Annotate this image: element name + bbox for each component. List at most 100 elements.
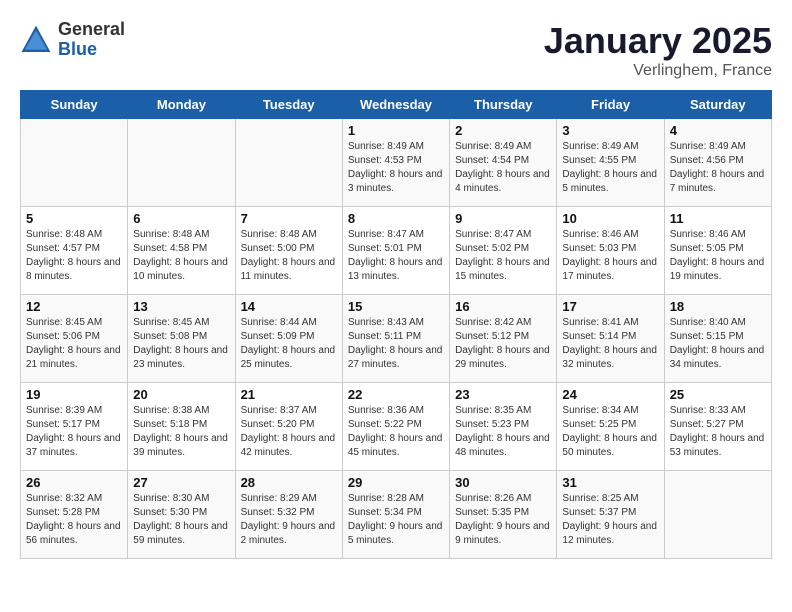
day-number: 11	[670, 211, 766, 226]
calendar-cell: 28 Sunrise: 8:29 AMSunset: 5:32 PMDayligh…	[235, 471, 342, 559]
day-header-friday: Friday	[557, 91, 664, 119]
calendar-cell: 13Sunrise: 8:45 AMSunset: 5:08 PMDayligh…	[128, 295, 235, 383]
calendar-cell: 18 Sunrise: 8:40 AMSunset: 5:15 PMDayligh…	[664, 295, 771, 383]
calendar-cell: 11 Sunrise: 8:46 AMSunset: 5:05 PMDayligh…	[664, 207, 771, 295]
calendar-cell: 7 Sunrise: 8:48 AMSunset: 5:00 PMDaylight…	[235, 207, 342, 295]
day-info: Sunrise: 8:28 AMSunset: 5:34 PMDaylight:…	[348, 492, 444, 548]
day-number: 21	[241, 387, 337, 402]
calendar-header: SundayMondayTuesdayWednesdayThursdayFrid…	[21, 91, 772, 119]
day-number: 20	[133, 387, 229, 402]
day-info: Sunrise: 8:42 AMSunset: 5:12 PMDaylight:…	[455, 316, 551, 372]
day-header-saturday: Saturday	[664, 91, 771, 119]
day-info: Sunrise: 8:29 AMSunset: 5:32 PMDaylight:…	[241, 492, 337, 548]
day-header-wednesday: Wednesday	[342, 91, 449, 119]
day-header-monday: Monday	[128, 91, 235, 119]
day-info: Sunrise: 8:47 AMSunset: 5:02 PMDaylight:…	[455, 228, 551, 284]
day-header-sunday: Sunday	[21, 91, 128, 119]
day-number: 8	[348, 211, 444, 226]
calendar-cell	[235, 119, 342, 207]
day-number: 9	[455, 211, 551, 226]
page-header: General Blue January 2025 Verlinghem, Fr…	[20, 20, 772, 80]
day-number: 25	[670, 387, 766, 402]
day-number: 22	[348, 387, 444, 402]
calendar-cell: 9 Sunrise: 8:47 AMSunset: 5:02 PMDaylight…	[450, 207, 557, 295]
calendar-cell	[664, 471, 771, 559]
day-number: 15	[348, 299, 444, 314]
calendar-cell: 1Sunrise: 8:49 AMSunset: 4:53 PMDaylight…	[342, 119, 449, 207]
day-info: Sunrise: 8:44 AMSunset: 5:09 PMDaylight:…	[241, 316, 337, 372]
day-number: 4	[670, 123, 766, 138]
day-info: Sunrise: 8:43 AMSunset: 5:11 PMDaylight:…	[348, 316, 444, 372]
day-info: Sunrise: 8:46 AMSunset: 5:05 PMDaylight:…	[670, 228, 766, 284]
calendar-cell: 21 Sunrise: 8:37 AMSunset: 5:20 PMDayligh…	[235, 383, 342, 471]
day-number: 28	[241, 475, 337, 490]
day-info: Sunrise: 8:45 AMSunset: 5:08 PMDaylight:…	[133, 316, 229, 372]
day-number: 29	[348, 475, 444, 490]
day-number: 30	[455, 475, 551, 490]
calendar-cell: 6 Sunrise: 8:48 AMSunset: 4:58 PMDaylight…	[128, 207, 235, 295]
calendar-cell: 27 Sunrise: 8:30 AMSunset: 5:30 PMDayligh…	[128, 471, 235, 559]
day-info: Sunrise: 8:40 AMSunset: 5:15 PMDaylight:…	[670, 316, 766, 372]
calendar-cell: 8 Sunrise: 8:47 AMSunset: 5:01 PMDaylight…	[342, 207, 449, 295]
logo-general-text: General	[58, 20, 125, 40]
calendar-table: SundayMondayTuesdayWednesdayThursdayFrid…	[20, 90, 772, 559]
day-info: Sunrise: 8:47 AMSunset: 5:01 PMDaylight:…	[348, 228, 444, 284]
day-number: 2	[455, 123, 551, 138]
day-number: 7	[241, 211, 337, 226]
day-info: Sunrise: 8:41 AMSunset: 5:14 PMDaylight:…	[562, 316, 658, 372]
calendar-cell: 30Sunrise: 8:26 AMSunset: 5:35 PMDayligh…	[450, 471, 557, 559]
day-header-thursday: Thursday	[450, 91, 557, 119]
day-number: 26	[26, 475, 122, 490]
day-number: 5	[26, 211, 122, 226]
day-info: Sunrise: 8:49 AMSunset: 4:55 PMDaylight:…	[562, 140, 658, 196]
day-number: 6	[133, 211, 229, 226]
calendar-cell: 15 Sunrise: 8:43 AMSunset: 5:11 PMDayligh…	[342, 295, 449, 383]
calendar-cell: 16 Sunrise: 8:42 AMSunset: 5:12 PMDayligh…	[450, 295, 557, 383]
day-info: Sunrise: 8:48 AMSunset: 5:00 PMDaylight:…	[241, 228, 337, 284]
day-number: 18	[670, 299, 766, 314]
day-info: Sunrise: 8:35 AMSunset: 5:23 PMDaylight:…	[455, 404, 551, 460]
day-number: 3	[562, 123, 658, 138]
day-number: 17	[562, 299, 658, 314]
title-block: January 2025 Verlinghem, France	[544, 20, 772, 80]
calendar-cell: 24Sunrise: 8:34 AMSunset: 5:25 PMDayligh…	[557, 383, 664, 471]
calendar-cell: 31 Sunrise: 8:25 AMSunset: 5:37 PMDayligh…	[557, 471, 664, 559]
day-number: 31	[562, 475, 658, 490]
day-number: 23	[455, 387, 551, 402]
calendar-cell: 3 Sunrise: 8:49 AMSunset: 4:55 PMDaylight…	[557, 119, 664, 207]
calendar-cell: 25 Sunrise: 8:33 AMSunset: 5:27 PMDayligh…	[664, 383, 771, 471]
calendar-week-1: 1Sunrise: 8:49 AMSunset: 4:53 PMDaylight…	[21, 119, 772, 207]
day-info: Sunrise: 8:34 AMSunset: 5:25 PMDaylight:…	[562, 404, 658, 460]
calendar-week-4: 19Sunrise: 8:39 AMSunset: 5:17 PMDayligh…	[21, 383, 772, 471]
calendar-cell: 22 Sunrise: 8:36 AMSunset: 5:22 PMDayligh…	[342, 383, 449, 471]
logo-icon	[20, 24, 52, 56]
calendar-week-3: 12 Sunrise: 8:45 AMSunset: 5:06 PMDayligh…	[21, 295, 772, 383]
day-info: Sunrise: 8:33 AMSunset: 5:27 PMDaylight:…	[670, 404, 766, 460]
day-info: Sunrise: 8:38 AMSunset: 5:18 PMDaylight:…	[133, 404, 229, 460]
day-number: 1	[348, 123, 444, 138]
calendar-cell: 14 Sunrise: 8:44 AMSunset: 5:09 PMDayligh…	[235, 295, 342, 383]
day-info: Sunrise: 8:49 AMSunset: 4:56 PMDaylight:…	[670, 140, 766, 196]
day-info: Sunrise: 8:25 AMSunset: 5:37 PMDaylight:…	[562, 492, 658, 548]
day-info: Sunrise: 8:37 AMSunset: 5:20 PMDaylight:…	[241, 404, 337, 460]
day-number: 27	[133, 475, 229, 490]
calendar-cell: 26Sunrise: 8:32 AMSunset: 5:28 PMDayligh…	[21, 471, 128, 559]
day-number: 12	[26, 299, 122, 314]
logo: General Blue	[20, 20, 125, 60]
calendar-week-5: 26Sunrise: 8:32 AMSunset: 5:28 PMDayligh…	[21, 471, 772, 559]
day-header-tuesday: Tuesday	[235, 91, 342, 119]
calendar-cell: 10Sunrise: 8:46 AMSunset: 5:03 PMDayligh…	[557, 207, 664, 295]
calendar-cell: 29 Sunrise: 8:28 AMSunset: 5:34 PMDayligh…	[342, 471, 449, 559]
day-number: 16	[455, 299, 551, 314]
logo-blue-text: Blue	[58, 40, 125, 60]
day-number: 14	[241, 299, 337, 314]
day-info: Sunrise: 8:30 AMSunset: 5:30 PMDaylight:…	[133, 492, 229, 548]
calendar-body: 1Sunrise: 8:49 AMSunset: 4:53 PMDaylight…	[21, 119, 772, 559]
day-info: Sunrise: 8:36 AMSunset: 5:22 PMDaylight:…	[348, 404, 444, 460]
day-info: Sunrise: 8:48 AMSunset: 4:58 PMDaylight:…	[133, 228, 229, 284]
day-info: Sunrise: 8:49 AMSunset: 4:54 PMDaylight:…	[455, 140, 551, 196]
calendar-cell	[128, 119, 235, 207]
day-info: Sunrise: 8:45 AMSunset: 5:06 PMDaylight:…	[26, 316, 122, 372]
calendar-cell: 5Sunrise: 8:48 AMSunset: 4:57 PMDaylight…	[21, 207, 128, 295]
day-info: Sunrise: 8:46 AMSunset: 5:03 PMDaylight:…	[562, 228, 658, 284]
